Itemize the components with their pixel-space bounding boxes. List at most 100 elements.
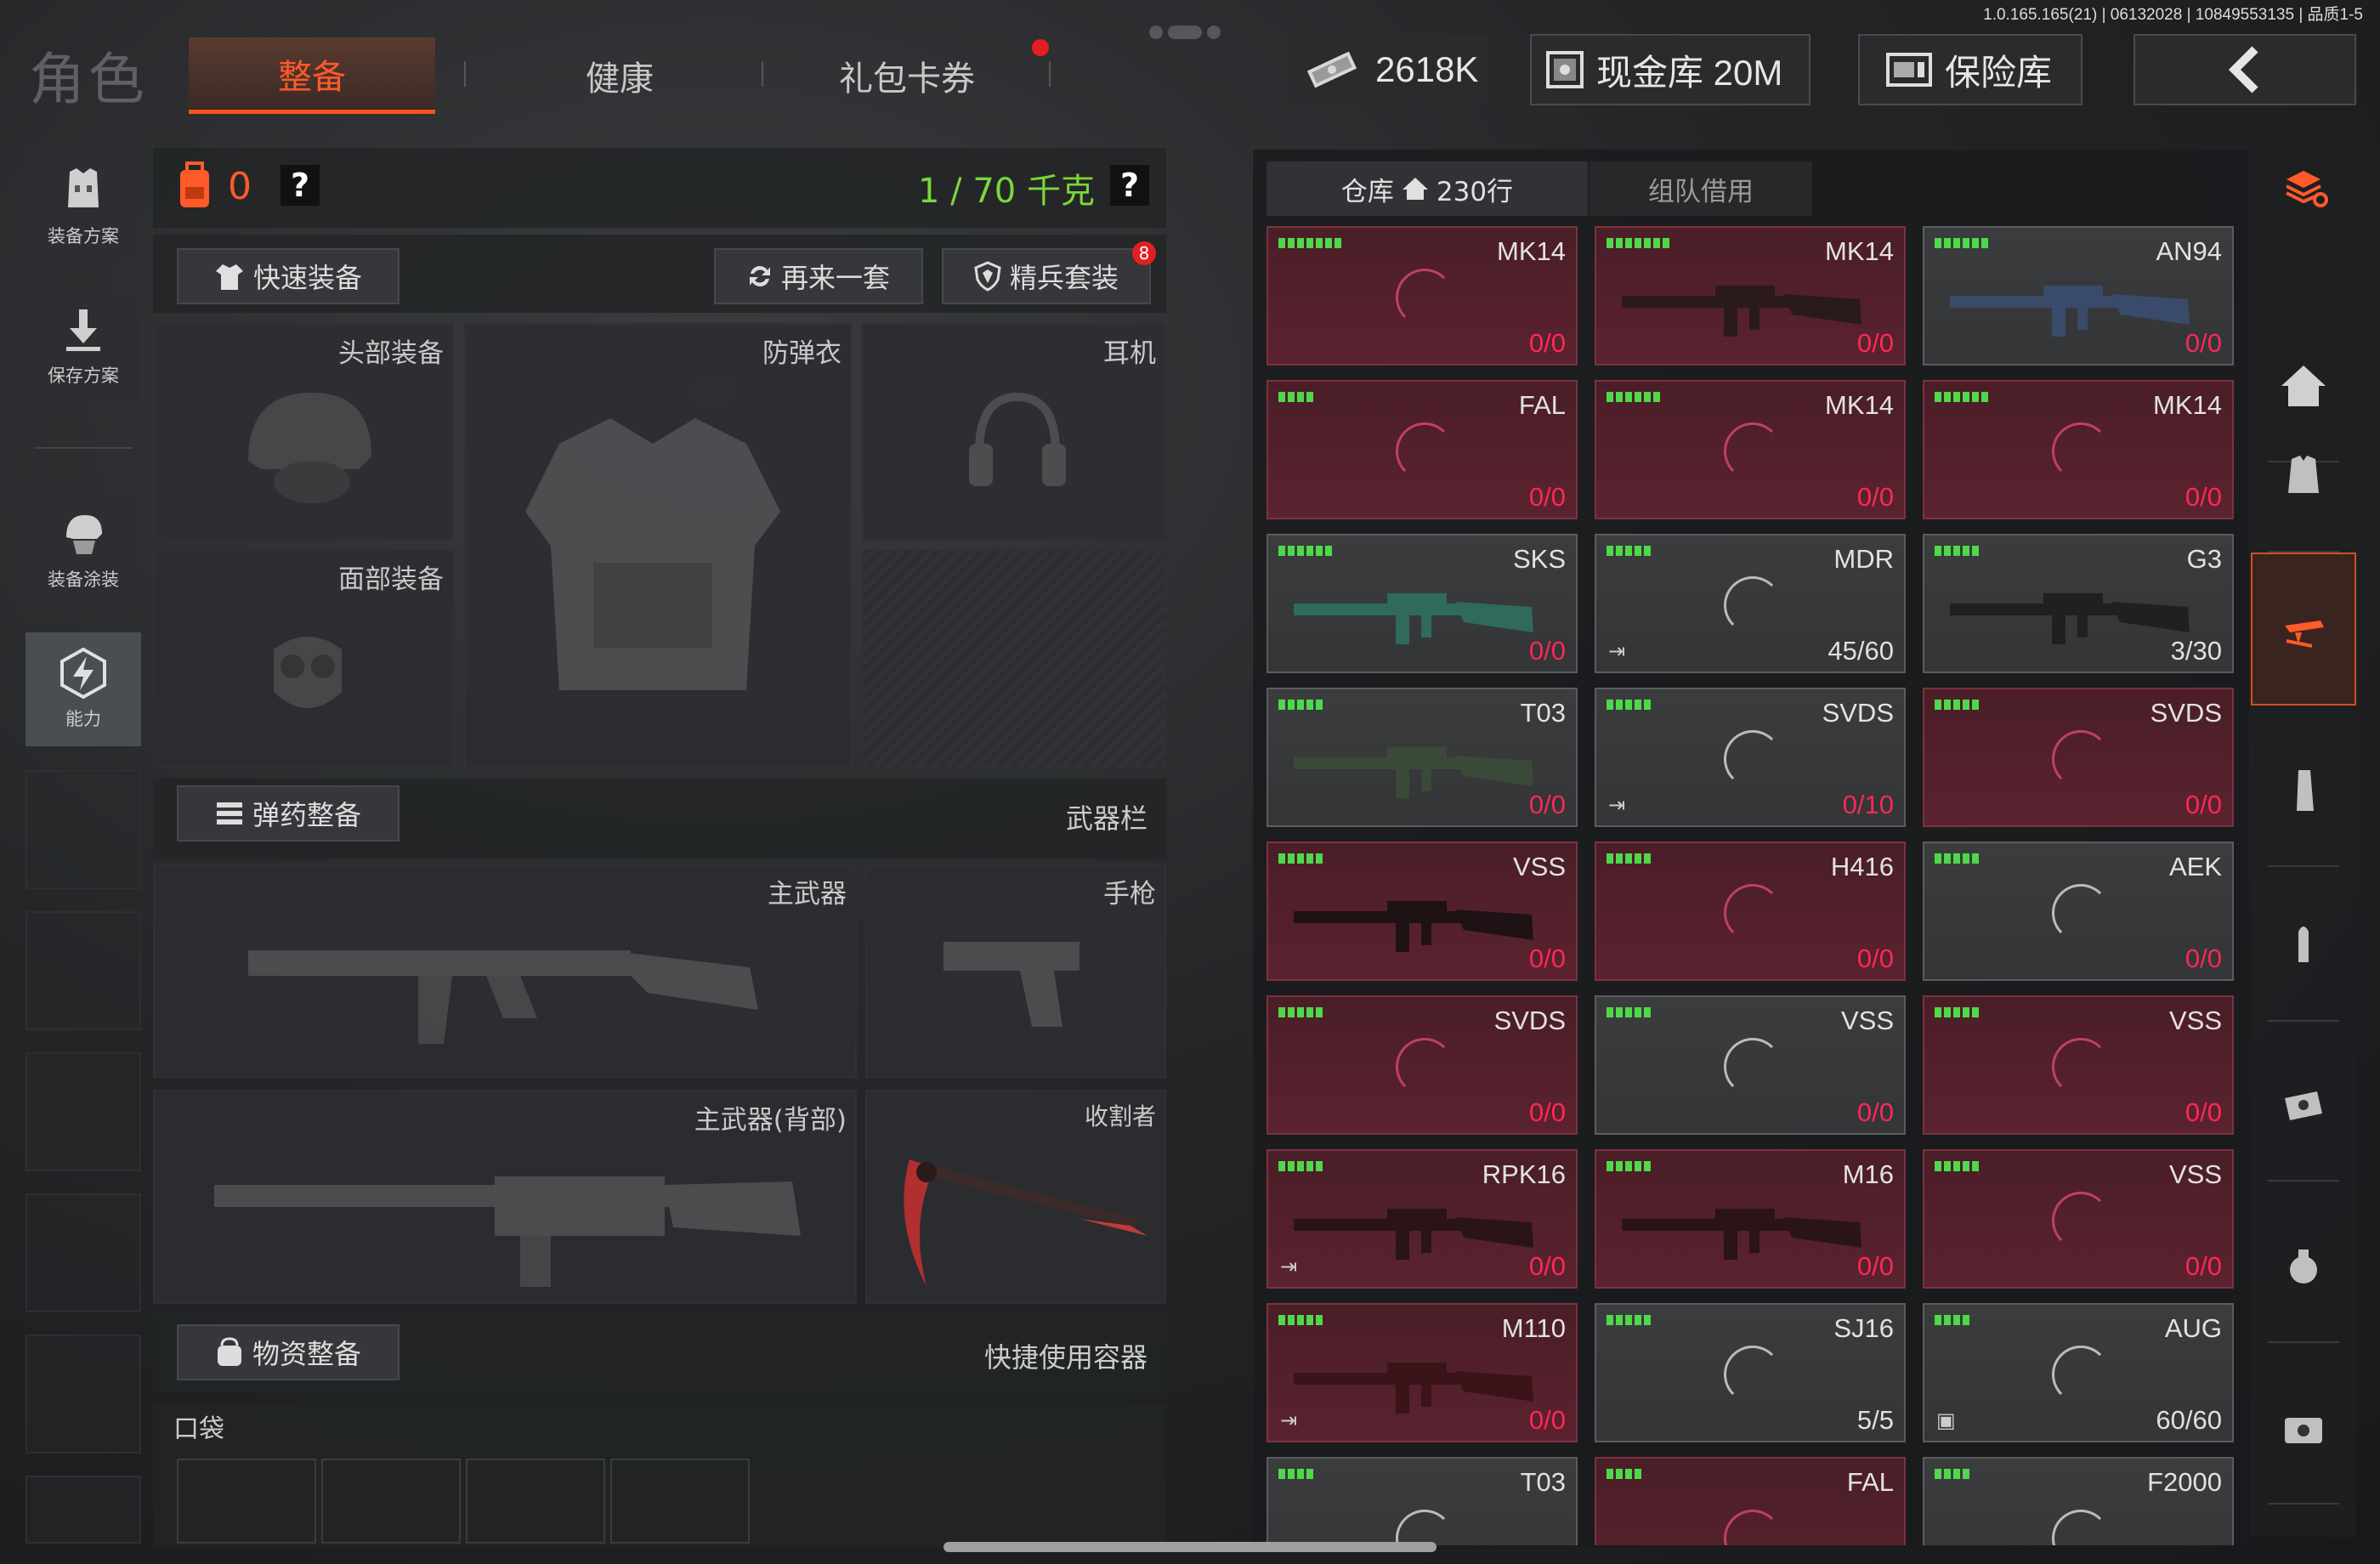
empty-slot[interactable] [26, 1193, 141, 1312]
item-name: MK14 [2153, 390, 2222, 420]
warehouse-item-card[interactable]: M110 ⇥ 0/0 [1266, 1303, 1578, 1442]
warehouse-item-card[interactable]: VSS 0/0 [1923, 1149, 2234, 1289]
warehouse-item-card[interactable]: AN94 0/0 [1923, 226, 2234, 366]
armor-vest-icon [2288, 456, 2319, 493]
item-quantity: 0/0 [2185, 482, 2222, 513]
item-quantity: 0/0 [1529, 482, 1566, 513]
item-quantity-total: /0 [1544, 1097, 1566, 1127]
quick-equip-button[interactable]: 快速装备 [177, 248, 400, 304]
category-weapon-rack-button[interactable] [2251, 552, 2356, 706]
rifle-silhouette-icon [248, 950, 758, 1044]
item-quantity-current: 0 [1528, 944, 1544, 973]
reroll-button[interactable]: 再来一套 [714, 248, 923, 304]
elite-kit-button[interactable]: 精兵套装 [942, 248, 1151, 304]
category-grenade-button[interactable] [2251, 1190, 2356, 1343]
pocket-slot-4[interactable] [610, 1459, 750, 1544]
category-refresh-stack-button[interactable] [2251, 151, 2356, 224]
warehouse-item-card[interactable]: FAL [1595, 1457, 1906, 1545]
warehouse-item-card[interactable]: VSS 0/0 [1595, 995, 1906, 1135]
category-bullet-button[interactable] [2251, 869, 2356, 1022]
warehouse-item-card[interactable]: T03 0/0 [1266, 688, 1578, 827]
warehouse-item-card[interactable]: AEK 0/0 [1923, 842, 2234, 981]
warehouse-item-card[interactable]: H416 0/0 [1595, 842, 1906, 981]
warehouse-item-card[interactable]: VSS 0/0 [1266, 842, 1578, 981]
warehouse-item-card[interactable]: MDR ⇥ 45/60 [1595, 534, 1906, 673]
weapon-rack-icon [2285, 620, 2324, 648]
ammo-equip-button[interactable]: 弹药整备 [177, 785, 400, 842]
warehouse-item-card[interactable]: RPK16 ⇥ 0/0 [1266, 1149, 1578, 1289]
tab-equip[interactable]: 整备 [189, 37, 435, 114]
durability-bars [1606, 546, 1651, 556]
gas-mask-icon [274, 637, 342, 708]
back-button[interactable] [2134, 34, 2356, 105]
warehouse-item-card[interactable]: MK14 0/0 [1266, 226, 1578, 366]
save-plan-button[interactable]: 保存方案 [26, 289, 141, 403]
face-equipment-slot[interactable]: 面部装备 [153, 549, 454, 768]
currency-display[interactable]: 2618K [1289, 34, 1488, 105]
durability-bars [1278, 546, 1332, 556]
warehouse-item-card[interactable]: SVDS 0/0 [1923, 688, 2234, 827]
pocket-slot-3[interactable] [466, 1459, 605, 1544]
melee-slot[interactable]: 收割者 [865, 1090, 1166, 1304]
backpack-help-button[interactable]: ? [280, 165, 320, 206]
elite-kit-label: 精兵套装 [1009, 262, 1119, 294]
durability-bars [1606, 853, 1651, 864]
durability-bars [1606, 1161, 1651, 1171]
weight-help-button[interactable]: ? [1110, 165, 1149, 206]
warehouse-item-card[interactable]: T03 [1266, 1457, 1578, 1545]
ability-button[interactable]: 能力 [26, 632, 141, 746]
item-name: MDR [1833, 544, 1894, 574]
warehouse-item-card[interactable]: MK14 0/0 [1923, 380, 2234, 519]
item-quantity: 0/0 [2185, 1097, 2222, 1128]
equipment-plan-button[interactable]: 装备方案 [26, 150, 141, 264]
tab-health[interactable]: 健康 [496, 37, 743, 114]
warehouse-item-card[interactable]: SVDS ⇥ 0/10 [1595, 688, 1906, 827]
warehouse-item-card[interactable]: MK14 0/0 [1595, 380, 1906, 519]
warehouse-item-card[interactable]: SJ16 5/5 [1595, 1303, 1906, 1442]
loading-spinner-icon [2052, 1510, 2110, 1545]
main-weapon-back-slot[interactable]: 主武器(背部) [153, 1090, 857, 1304]
body-armor-slot[interactable]: 防弹衣 [464, 323, 852, 768]
team-borrow-tab[interactable]: 组队借用 [1590, 162, 1812, 216]
empty-slot[interactable] [26, 911, 141, 1030]
earphone-slot[interactable]: 耳机 [862, 323, 1166, 541]
category-magazine-button[interactable] [2251, 714, 2356, 867]
supply-equip-button[interactable]: 物资整备 [177, 1324, 400, 1380]
cash-vault-button[interactable]: 现金库 20M [1530, 34, 1810, 105]
empty-slot[interactable] [26, 1334, 141, 1454]
item-quantity-current: 0 [1528, 1405, 1544, 1435]
warehouse-item-card[interactable]: F2000 [1923, 1457, 2234, 1545]
item-quantity-current: 0 [2184, 944, 2201, 973]
item-name: SVDS [2150, 698, 2222, 728]
warehouse-item-card[interactable]: AUG ▣ 60/60 [1923, 1303, 2234, 1442]
category-container-button[interactable] [2251, 1352, 2356, 1504]
empty-slot[interactable] [26, 1476, 141, 1544]
pocket-slot-1[interactable] [177, 1459, 316, 1544]
main-weapon-slot[interactable]: 主武器 [153, 864, 857, 1078]
warehouse-item-card[interactable]: G3 3/30 [1923, 534, 2234, 673]
empty-slot[interactable] [26, 1052, 141, 1171]
equipment-skin-button[interactable]: 装备涂装 [26, 493, 141, 607]
pocket-slot-2[interactable] [321, 1459, 461, 1544]
empty-slot[interactable] [26, 770, 141, 889]
category-scope-button[interactable] [2251, 1028, 2356, 1182]
durability-bars [1278, 1315, 1323, 1325]
item-quantity-current: 0 [1528, 328, 1544, 358]
warehouse-item-card[interactable]: M16 0/0 [1595, 1149, 1906, 1289]
insurance-vault-button[interactable]: 保险库 [1858, 34, 2082, 105]
warehouse-item-card[interactable]: FAL 0/0 [1266, 380, 1578, 519]
loading-spinner-icon [1724, 422, 1782, 480]
backpack-count: 0 [228, 164, 252, 208]
warehouse-item-card[interactable]: VSS 0/0 [1923, 995, 2234, 1135]
warehouse-tab[interactable]: 仓库 230行 [1266, 162, 1588, 216]
backpack-indicator[interactable]: 0 [175, 162, 252, 211]
warehouse-item-card[interactable]: SKS 0/0 [1266, 534, 1578, 673]
warehouse-item-card[interactable]: SVDS 0/0 [1266, 995, 1578, 1135]
tab-gift-cards[interactable]: 礼包卡券 [784, 37, 1030, 114]
head-equipment-slot[interactable]: 头部装备 [153, 323, 454, 541]
category-armor-vest-button[interactable] [2251, 400, 2356, 552]
pistol-slot[interactable]: 手枪 [865, 864, 1166, 1078]
item-quantity-total: /0 [1872, 482, 1894, 512]
warehouse-item-card[interactable]: MK14 0/0 [1595, 226, 1906, 366]
item-quantity-total: /0 [1544, 482, 1566, 512]
